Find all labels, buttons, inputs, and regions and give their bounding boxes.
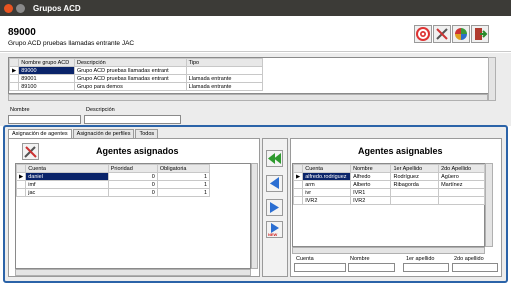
remove-button[interactable]: [266, 199, 283, 216]
filter-first-surname-label: 1er apellido: [406, 256, 435, 262]
filter-description-input[interactable]: [84, 115, 181, 124]
table-row[interactable]: ivr IVR1: [292, 188, 485, 197]
column-header-name[interactable]: Nombre: [350, 164, 392, 173]
column-header-mandatory[interactable]: Obligatoria: [156, 164, 211, 173]
new-label: NEW: [268, 232, 278, 237]
column-header-name[interactable]: Nombre grupo ACD: [18, 58, 75, 67]
tab-agent-assignment[interactable]: Asignación de agentes: [8, 129, 72, 138]
column-header-account[interactable]: Cuenta: [302, 164, 352, 173]
filter-first-surname-input[interactable]: [403, 263, 449, 272]
tools-icon: [436, 28, 448, 40]
table-row[interactable]: imf 0 1: [15, 180, 211, 189]
minimize-window-button[interactable]: [16, 3, 25, 13]
table-row[interactable]: ▶ 89000 Grupo ACD pruebas llamadas entra…: [8, 66, 264, 75]
groups-horizontal-scrollbar[interactable]: [8, 94, 488, 101]
add-button[interactable]: [266, 175, 283, 192]
refresh-button[interactable]: [452, 25, 470, 43]
assignable-agents-table[interactable]: Cuenta Nombre 1er Apellido 2do Apellido …: [292, 163, 485, 247]
assigned-agents-title: Agentes asignados: [96, 146, 179, 156]
column-header-account[interactable]: Cuenta: [25, 164, 109, 173]
group-code: 89000: [8, 27, 36, 38]
table-row[interactable]: 89100 Grupo para demos Llamada entrante: [8, 82, 264, 91]
filter-account-label: Cuenta: [296, 256, 314, 262]
target-icon: [416, 27, 430, 41]
table-row[interactable]: ▶ daniel 0 1: [15, 172, 211, 181]
column-header-second-surname[interactable]: 2do Apellido: [438, 164, 485, 173]
arrow-left-icon: [270, 177, 279, 190]
assigned-vertical-scrollbar[interactable]: [251, 163, 258, 269]
tools-button[interactable]: [433, 25, 451, 43]
table-row[interactable]: IVR2 IVR2: [292, 196, 485, 205]
filter-name-input[interactable]: [8, 115, 81, 124]
new-agent-button[interactable]: NEW: [266, 221, 283, 238]
window-title: Grupos ACD: [33, 3, 81, 13]
arrow-right-icon: [270, 202, 279, 213]
assignable-horizontal-scrollbar[interactable]: [292, 247, 485, 254]
assignable-vertical-scrollbar[interactable]: [485, 163, 493, 247]
target-button[interactable]: [414, 25, 432, 43]
refresh-icon: [455, 28, 467, 40]
column-header-type[interactable]: Tipo: [185, 58, 264, 67]
exit-button[interactable]: [471, 25, 489, 43]
column-header-description[interactable]: Descripción: [73, 58, 187, 67]
tab-all[interactable]: Todos: [135, 129, 159, 138]
table-row[interactable]: arm Alberto Ribagorda Martínez: [292, 180, 485, 189]
tools-icon: [24, 146, 37, 158]
assigned-horizontal-scrollbar[interactable]: [15, 269, 251, 276]
double-arrow-left-icon: [268, 153, 281, 164]
tab-bar: Asignación de agentes Asignación de perfi…: [8, 129, 159, 138]
table-row[interactable]: ▶ alfredo.rodriguez Alfredo Rodríguez Ag…: [292, 172, 485, 181]
filter-account-input[interactable]: [294, 263, 346, 272]
filter-second-surname-label: 2do apellido: [454, 256, 484, 262]
tab-profile-assignment[interactable]: Asignación de perfiles: [72, 129, 135, 138]
groups-vertical-scrollbar[interactable]: [488, 57, 496, 101]
table-row[interactable]: jac 0 1: [15, 188, 211, 197]
filter-second-surname-input[interactable]: [452, 263, 498, 272]
groups-table[interactable]: Nombre grupo ACD Descripción Tipo ▶ 8900…: [8, 57, 496, 94]
column-header-priority[interactable]: Prioridad: [107, 164, 158, 173]
close-window-button[interactable]: [4, 3, 13, 13]
exit-door-icon: [475, 28, 488, 40]
edit-assigned-button[interactable]: [22, 143, 39, 160]
column-header-first-surname[interactable]: 1er Apellido: [390, 164, 440, 173]
filter-name-label: Nombre: [350, 256, 370, 262]
assigned-agents-table[interactable]: Cuenta Prioridad Obligatoria ▶ daniel 0 …: [15, 163, 251, 269]
filter-description-label: Descripción: [86, 107, 115, 113]
add-all-button[interactable]: [266, 150, 283, 167]
title-bar: Grupos ACD: [0, 0, 511, 16]
assignable-agents-title: Agentes asignables: [358, 146, 443, 156]
table-row[interactable]: 89001 Grupo ACD pruebas llamadas entrant…: [8, 74, 264, 83]
filter-name-input[interactable]: [348, 263, 395, 272]
filter-name-label: Nombre: [10, 107, 30, 113]
group-description: Grupo ACD pruebas llamadas entrante JAC: [8, 40, 135, 47]
